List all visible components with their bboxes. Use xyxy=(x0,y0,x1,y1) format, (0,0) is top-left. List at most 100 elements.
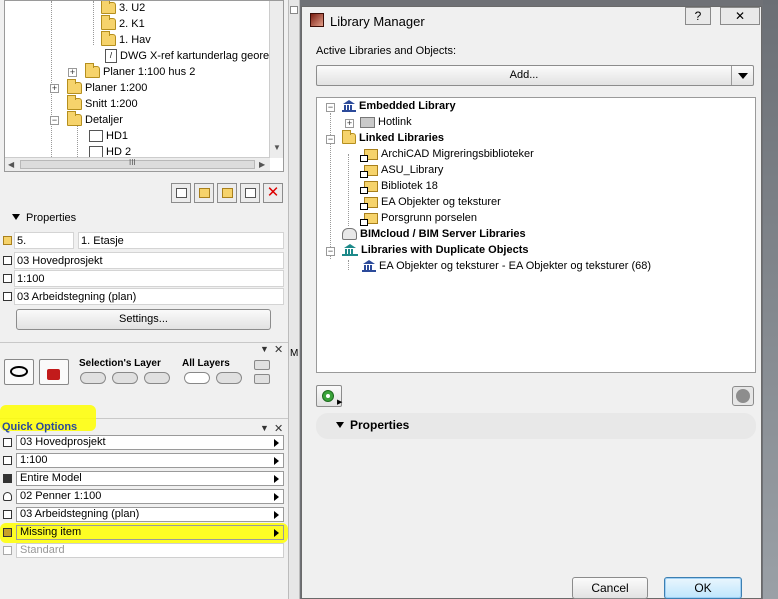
delete-button[interactable]: ✕ xyxy=(263,183,283,203)
selection-layer-wire-button[interactable] xyxy=(144,372,170,384)
delete-icon: ✕ xyxy=(266,184,280,201)
hotlink-node[interactable]: Hotlink xyxy=(360,114,412,130)
duplicate-libraries-node[interactable]: Libraries with Duplicate Objects xyxy=(342,242,529,258)
add-library-control[interactable]: Add... xyxy=(316,65,754,86)
lock-layers-button[interactable] xyxy=(39,359,69,385)
tree-connector xyxy=(51,1,52,157)
scroll-right-icon[interactable]: ▶ xyxy=(259,160,265,169)
all-layers-show-button[interactable] xyxy=(184,372,210,384)
library-tree[interactable]: − Embedded Library + Hotlink − Linked Li… xyxy=(316,97,756,373)
view-field[interactable]: 03 Arbeidstegning (plan) xyxy=(14,288,284,305)
bimcloud-libraries-node[interactable]: BIMcloud / BIM Server Libraries xyxy=(342,226,526,242)
new-folder-icon xyxy=(199,188,210,198)
properties-section[interactable]: Properties xyxy=(316,413,756,439)
toolbox-icon[interactable] xyxy=(290,6,298,14)
tree-horizontal-scrollbar[interactable]: ◀ III ▶ xyxy=(5,157,270,171)
properties-header[interactable]: Properties xyxy=(4,209,284,227)
quick-option-layer-value[interactable]: 03 Hovedprosjekt xyxy=(16,435,284,450)
quick-options-panel: Quick Options ▼ ✕ 03 Hovedprosjekt 1:100… xyxy=(0,405,288,599)
linked-library-item[interactable]: Porsgrunn porselen xyxy=(360,210,477,226)
tree-item[interactable]: 2. K1 xyxy=(101,15,145,32)
navigator-tree[interactable]: 3. U2 2. K1 1. Hav / DWG X-ref kartunderl… xyxy=(4,0,284,172)
view-icon xyxy=(3,292,12,301)
duplicate-library-item[interactable]: EA Objekter og teksturer - EA Objekter o… xyxy=(362,258,651,274)
cancel-button[interactable]: Cancel xyxy=(572,577,648,599)
tree-vertical-scrollbar[interactable]: ▼ xyxy=(269,1,283,158)
help-button[interactable]: ? xyxy=(685,7,711,25)
new-view-button[interactable] xyxy=(171,183,191,203)
tree-item[interactable]: / DWG X-ref kartunderlag georef xyxy=(105,48,272,64)
selection-layer-hide-button[interactable] xyxy=(80,372,106,384)
collapse-toggle[interactable]: − xyxy=(50,116,59,125)
properties-layer-row: 03 Hovedprosjekt xyxy=(0,252,286,269)
pen-icon xyxy=(3,492,12,501)
tree-item[interactable]: 1. Hav xyxy=(101,31,151,48)
quick-option-pen-value[interactable]: 02 Penner 1:100 xyxy=(16,489,284,504)
tree-item[interactable]: HD1 xyxy=(89,128,128,144)
new-folder-button[interactable] xyxy=(194,183,214,203)
settings-button[interactable]: Settings... xyxy=(16,309,271,330)
quick-option-view[interactable]: 03 Arbeidstegning (plan) xyxy=(0,507,288,523)
panel-menu-icon[interactable]: ▼ xyxy=(260,423,269,433)
name-field[interactable]: 1. Etasje xyxy=(78,232,284,249)
quick-option-model-value[interactable]: Entire Model xyxy=(16,471,284,486)
id-field[interactable]: 5. xyxy=(14,232,74,249)
tree-item[interactable]: 3. U2 xyxy=(101,1,145,16)
tree-connector xyxy=(348,154,349,226)
quick-option-missing[interactable]: Missing item xyxy=(0,525,288,541)
clone-folder-button[interactable] xyxy=(217,183,237,203)
quick-option-pen[interactable]: 02 Penner 1:100 xyxy=(0,489,288,505)
layers-redo-button[interactable] xyxy=(254,374,270,384)
panel-close-icon[interactable]: ✕ xyxy=(274,343,283,356)
info-button[interactable] xyxy=(732,386,754,406)
linked-library-item[interactable]: ASU_Library xyxy=(360,162,443,178)
quick-option-missing-value[interactable]: Missing item xyxy=(16,525,284,540)
scroll-thumb[interactable]: III xyxy=(20,158,255,169)
layer-combination-field[interactable]: 03 Hovedprosjekt xyxy=(14,252,284,269)
show-layers-button[interactable] xyxy=(4,359,34,385)
embedded-library-node[interactable]: Embedded Library xyxy=(342,98,456,114)
linked-library-item[interactable]: Bibliotek 18 xyxy=(360,178,438,194)
collapse-toggle[interactable]: − xyxy=(326,247,335,256)
quick-option-scale-value[interactable]: 1:100 xyxy=(16,453,284,468)
folder-icon xyxy=(67,111,82,127)
tree-item[interactable]: Snitt 1:200 xyxy=(67,95,138,112)
add-dropdown-button[interactable] xyxy=(731,66,753,85)
scroll-left-icon[interactable]: ◀ xyxy=(8,160,14,169)
linked-library-item[interactable]: EA Objekter og teksturer xyxy=(360,194,501,210)
panel-close-icon[interactable]: ✕ xyxy=(274,422,283,435)
arrow-right-icon xyxy=(274,439,279,447)
linked-library-item[interactable]: ArchiCAD Migreringsbiblioteker xyxy=(360,146,534,162)
settings-view-button[interactable] xyxy=(240,183,260,203)
quick-option-layer[interactable]: 03 Hovedprosjekt xyxy=(0,435,288,451)
bimcloud-icon xyxy=(342,228,357,241)
add-button[interactable]: Add... xyxy=(317,66,731,85)
scale-field[interactable]: 1:100 xyxy=(14,270,284,287)
linked-libraries-node[interactable]: Linked Libraries xyxy=(342,129,444,146)
ok-button[interactable]: OK xyxy=(664,577,742,599)
reload-libraries-button[interactable]: ▶ xyxy=(316,385,342,407)
scroll-down-icon[interactable]: ▼ xyxy=(273,143,281,152)
collapse-toggle[interactable]: − xyxy=(326,103,335,112)
layers-undo-button[interactable] xyxy=(254,360,270,370)
tree-item[interactable]: Detaljer xyxy=(67,111,123,128)
linked-folder-icon xyxy=(360,164,378,178)
quick-option-view-value[interactable]: 03 Arbeidstegning (plan) xyxy=(16,507,284,522)
expand-toggle[interactable]: + xyxy=(68,68,77,77)
collapse-triangle-icon xyxy=(12,214,20,220)
quick-option-scale[interactable]: 1:100 xyxy=(0,453,288,469)
linked-folder-icon xyxy=(360,196,378,210)
panel-divider[interactable]: M xyxy=(288,0,300,599)
selection-layer-lock-button[interactable] xyxy=(112,372,138,384)
close-button[interactable]: ✕ xyxy=(720,7,760,25)
tree-item[interactable]: Planer 1:200 xyxy=(67,79,147,96)
panel-menu-icon[interactable]: ▼ xyxy=(260,344,269,354)
layers-icon xyxy=(3,256,12,265)
quick-option-model[interactable]: Entire Model xyxy=(0,471,288,487)
tree-item[interactable]: Planer 1:100 hus 2 xyxy=(85,63,195,80)
dwg-icon: / xyxy=(105,49,117,64)
expand-toggle[interactable]: + xyxy=(50,84,59,93)
expand-toggle[interactable]: + xyxy=(345,119,354,128)
collapse-toggle[interactable]: − xyxy=(326,135,335,144)
all-layers-lock-button[interactable] xyxy=(216,372,242,384)
